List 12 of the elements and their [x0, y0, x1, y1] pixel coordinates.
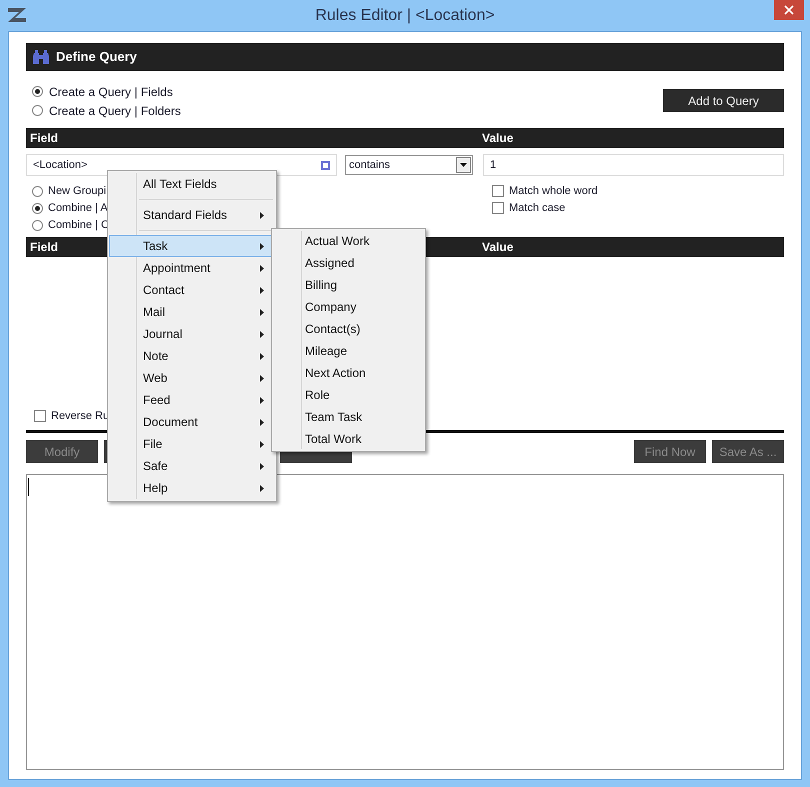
checkbox-label: Match whole word — [509, 184, 598, 199]
column-header: Value — [482, 239, 514, 256]
column-header: Field — [30, 239, 58, 256]
header-title: Define Query — [56, 48, 137, 66]
radio-label: Combine | A — [48, 201, 108, 216]
column-header: Field — [30, 130, 58, 147]
window-title: Rules Editor | <Location> — [315, 6, 495, 26]
column-header: Value — [482, 130, 514, 147]
checkbox-label: Match case — [509, 200, 566, 216]
radio-label: Create a Query | Folders — [49, 102, 181, 120]
radio-label: Create a Query | Fields — [49, 84, 173, 100]
radio-label: New Groupi — [48, 184, 106, 200]
